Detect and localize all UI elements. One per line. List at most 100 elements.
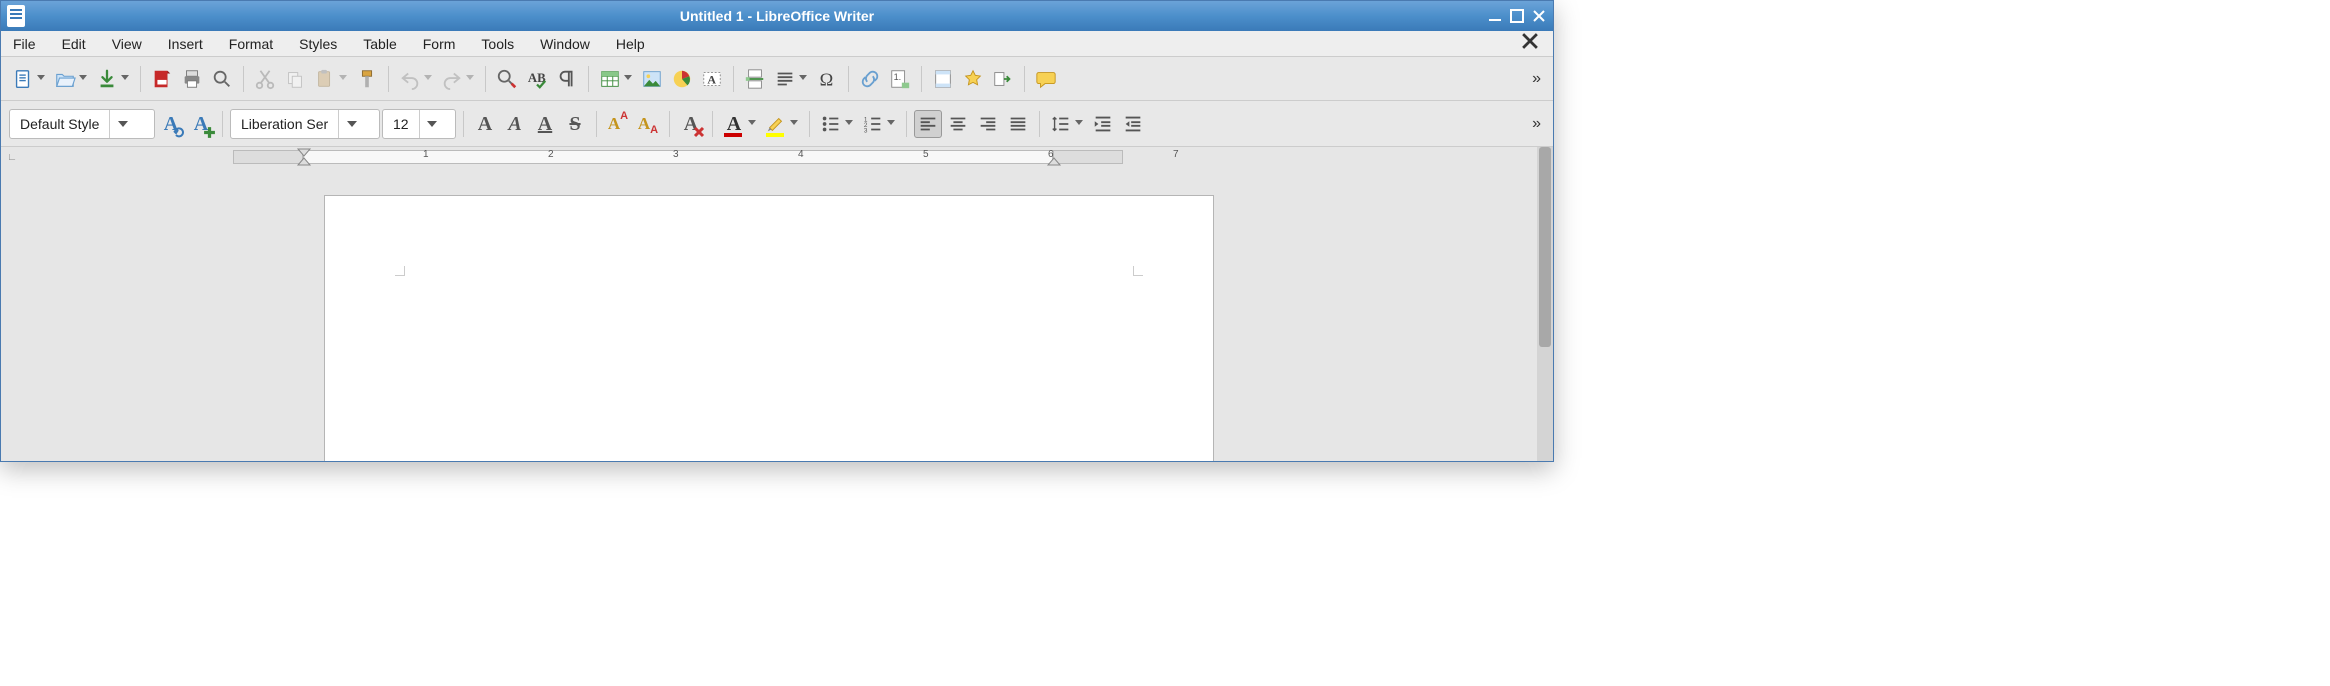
new-document-button[interactable]	[9, 65, 37, 93]
menu-form[interactable]: Form	[419, 34, 460, 54]
chevron-down-icon[interactable]	[799, 75, 807, 80]
separator	[712, 111, 713, 137]
vertical-scrollbar[interactable]	[1537, 147, 1553, 461]
minimize-button[interactable]	[1487, 9, 1503, 23]
paragraph-style-combo[interactable]: Default Style	[9, 109, 155, 139]
menu-window[interactable]: Window	[536, 34, 594, 54]
superscript-button[interactable]: AA	[604, 110, 632, 138]
new-style-button[interactable]: A	[187, 110, 215, 138]
ruler-tick-2: 2	[548, 149, 554, 160]
menu-table[interactable]: Table	[359, 34, 400, 54]
ruler-tick-4: 4	[798, 149, 804, 160]
menu-edit[interactable]: Edit	[58, 34, 90, 54]
menu-help[interactable]: Help	[612, 34, 649, 54]
document-area[interactable]	[1, 167, 1537, 461]
scrollbar-thumb[interactable]	[1539, 147, 1551, 347]
spellcheck-button[interactable]: AB	[523, 65, 551, 93]
insert-hyperlink-button[interactable]	[856, 65, 884, 93]
chevron-down-icon[interactable]	[624, 75, 632, 80]
maximize-button[interactable]	[1509, 9, 1525, 23]
font-name-combo[interactable]: Liberation Ser	[230, 109, 380, 139]
ruler-tick-6: 6	[1048, 149, 1054, 160]
toolbar-overflow-button[interactable]: »	[1526, 70, 1545, 88]
titlebar[interactable]: Untitled 1 - LibreOffice Writer	[1, 1, 1553, 31]
insert-comment-button[interactable]	[1032, 65, 1060, 93]
chevron-down-icon[interactable]	[37, 75, 45, 80]
italic-button[interactable]: A	[501, 110, 529, 138]
increase-indent-button[interactable]	[1089, 110, 1117, 138]
align-left-button[interactable]	[914, 110, 942, 138]
chevron-down-icon[interactable]	[109, 110, 135, 138]
close-document-button[interactable]	[1515, 30, 1545, 57]
clear-formatting-button[interactable]: A	[677, 110, 705, 138]
bold-button[interactable]: A	[471, 110, 499, 138]
chevron-down-icon[interactable]	[419, 110, 445, 138]
insert-field-button[interactable]	[771, 65, 799, 93]
decrease-indent-button[interactable]	[1119, 110, 1147, 138]
print-button[interactable]	[178, 65, 206, 93]
separator	[243, 66, 244, 92]
menu-insert[interactable]: Insert	[164, 34, 207, 54]
insert-table-button[interactable]	[596, 65, 624, 93]
insert-bookmark-button[interactable]	[959, 65, 987, 93]
chevron-down-icon[interactable]	[748, 120, 756, 125]
close-button[interactable]	[1531, 9, 1547, 23]
open-button[interactable]	[51, 65, 79, 93]
font-color-swatch	[724, 133, 742, 137]
menu-view[interactable]: View	[108, 34, 146, 54]
insert-image-button[interactable]	[638, 65, 666, 93]
insert-page-break-button[interactable]	[741, 65, 769, 93]
font-color-button[interactable]: A	[720, 110, 748, 138]
menu-format[interactable]: Format	[225, 34, 277, 54]
insert-chart-button[interactable]	[668, 65, 696, 93]
font-size-combo[interactable]: 12	[382, 109, 456, 139]
cut-button[interactable]	[251, 65, 279, 93]
print-preview-button[interactable]	[208, 65, 236, 93]
horizontal-ruler[interactable]: 1 2 3 4 5 6 7	[23, 147, 1537, 167]
copy-button[interactable]	[281, 65, 309, 93]
separator	[588, 66, 589, 92]
menu-file[interactable]: File	[9, 34, 40, 54]
save-button[interactable]	[93, 65, 121, 93]
underline-button[interactable]: A	[531, 110, 559, 138]
chevron-down-icon[interactable]	[845, 120, 853, 125]
chevron-down-icon[interactable]	[338, 110, 364, 138]
separator	[388, 66, 389, 92]
paste-button[interactable]	[311, 65, 339, 93]
align-justify-button[interactable]	[1004, 110, 1032, 138]
align-right-button[interactable]	[974, 110, 1002, 138]
line-spacing-button[interactable]	[1047, 110, 1075, 138]
chevron-down-icon[interactable]	[121, 75, 129, 80]
subscript-button[interactable]: AA	[634, 110, 662, 138]
bullet-list-button[interactable]	[817, 110, 845, 138]
clone-formatting-button[interactable]	[353, 65, 381, 93]
find-replace-button[interactable]	[493, 65, 521, 93]
align-center-button[interactable]	[944, 110, 972, 138]
chevron-down-icon[interactable]	[887, 120, 895, 125]
chevron-down-icon[interactable]	[1075, 120, 1083, 125]
redo-button[interactable]	[438, 65, 466, 93]
chevron-down-icon[interactable]	[790, 120, 798, 125]
chevron-down-icon[interactable]	[79, 75, 87, 80]
chevron-down-icon[interactable]	[424, 75, 432, 80]
highlight-color-button[interactable]	[762, 110, 790, 138]
separator	[222, 111, 223, 137]
undo-button[interactable]	[396, 65, 424, 93]
page[interactable]	[324, 195, 1214, 461]
update-style-button[interactable]: A	[157, 110, 185, 138]
formatting-marks-button[interactable]	[553, 65, 581, 93]
insert-special-char-button[interactable]: Ω	[813, 65, 841, 93]
menu-styles[interactable]: Styles	[295, 34, 341, 54]
insert-textbox-button[interactable]: A	[698, 65, 726, 93]
insert-header-footer-button[interactable]	[929, 65, 957, 93]
insert-cross-reference-button[interactable]	[989, 65, 1017, 93]
strikethrough-button[interactable]: S	[561, 110, 589, 138]
chevron-down-icon[interactable]	[466, 75, 474, 80]
toolbar-overflow-button[interactable]: »	[1526, 115, 1545, 133]
numbered-list-button[interactable]: 123	[859, 110, 887, 138]
insert-footnote-button[interactable]: 1.	[886, 65, 914, 93]
workspace: ∟ 1 2 3 4 5 6 7	[1, 147, 1553, 461]
menu-tools[interactable]: Tools	[477, 34, 518, 54]
chevron-down-icon[interactable]	[339, 75, 347, 80]
export-pdf-button[interactable]	[148, 65, 176, 93]
